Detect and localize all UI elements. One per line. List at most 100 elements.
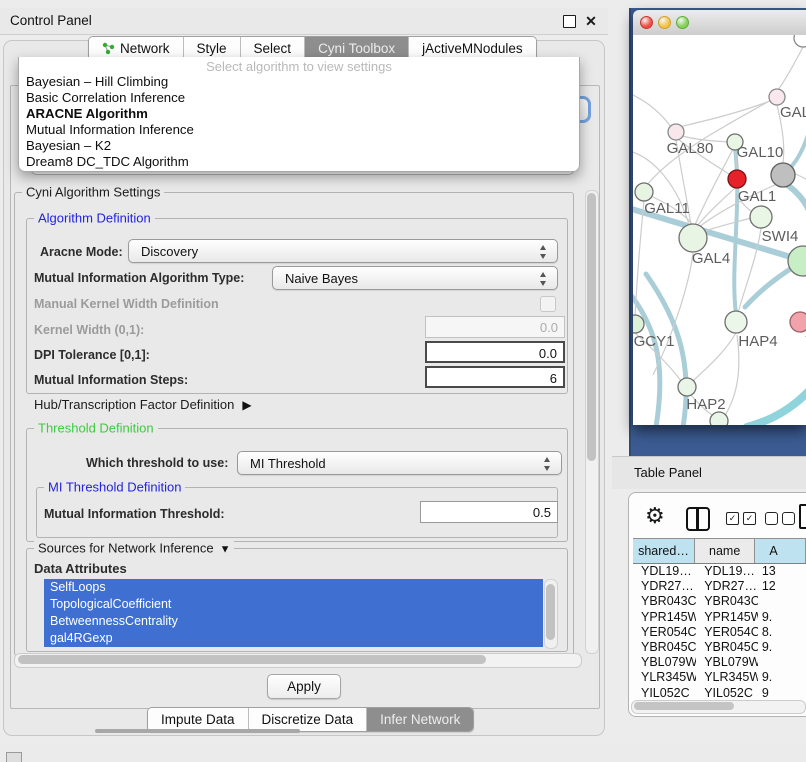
list-scrollbar-thumb[interactable] <box>546 584 555 640</box>
tab-label: jActiveMNodules <box>422 41 523 56</box>
tab-label: Impute Data <box>161 712 235 727</box>
column-header[interactable]: shared… <box>633 539 695 563</box>
table-cell: YBR045C <box>633 640 696 655</box>
algorithm-option[interactable]: ARACNE Algorithm <box>19 106 579 122</box>
table-hscrollbar-thumb[interactable] <box>634 702 734 710</box>
table-row[interactable]: YPR145WYPR145W9. <box>633 610 806 625</box>
table-cell: YDR27… <box>696 579 758 594</box>
document-icon[interactable] <box>799 504 806 529</box>
node-gcy1[interactable] <box>633 315 644 333</box>
sources-title-text: Sources for Network Inference <box>38 541 214 556</box>
table-row[interactable]: YBL079WYBL079W <box>633 655 806 670</box>
close-light-icon[interactable] <box>640 16 653 29</box>
node-gal11[interactable] <box>635 183 653 201</box>
node-hap2[interactable] <box>678 378 696 396</box>
which-threshold-combo[interactable]: MI Threshold <box>237 451 562 475</box>
panel-bottom-scrollbar-thumb[interactable] <box>95 729 300 733</box>
unchecked-column-icon-2[interactable] <box>782 512 795 525</box>
list-scrollbar[interactable] <box>544 579 558 649</box>
node-bottom[interactable] <box>710 412 728 425</box>
settings-hscrollbar-thumb[interactable] <box>18 655 486 664</box>
table-row[interactable]: YBR043CYBR043C <box>633 594 806 609</box>
kernel-width-label: Kernel Width (0,1): <box>34 323 144 337</box>
mi-threshold-field[interactable]: 0.5 <box>420 501 558 523</box>
mini-panel-icon[interactable] <box>6 752 22 762</box>
data-attribute-item[interactable]: BetweennessCentrality <box>44 613 543 630</box>
group-title: Cyni Algorithm Settings <box>22 185 164 200</box>
node-red[interactable] <box>728 170 746 188</box>
algorithm-option[interactable]: Dream8 DC_TDC Algorithm <box>19 154 579 170</box>
network-edge <box>635 201 644 316</box>
algorithm-option[interactable]: Bayesian – Hill Climbing <box>19 74 579 90</box>
algorithm-option[interactable]: Basic Correlation Inference <box>19 90 579 106</box>
data-attribute-item[interactable]: TopologicalCoefficient <box>44 596 543 613</box>
apply-button[interactable]: Apply <box>267 674 341 699</box>
node-gal4[interactable] <box>679 224 707 252</box>
column-header[interactable]: name <box>695 539 755 563</box>
mi-steps-field[interactable]: 6 <box>425 366 565 388</box>
table-row[interactable]: YDL19…YDL19…13 <box>633 564 806 579</box>
table-cell: YBR043C <box>696 594 758 609</box>
dpi-tolerance-field[interactable]: 0.0 <box>425 341 565 363</box>
network-edge <box>693 333 736 381</box>
node-hap2-label: HAP2 <box>686 396 725 413</box>
zoom-light-icon[interactable] <box>676 16 689 29</box>
node-outline[interactable] <box>794 35 806 47</box>
status-strip <box>0 744 806 762</box>
data-attribute-item[interactable]: gal4RGexp <box>44 630 543 647</box>
node-hap4[interactable] <box>725 311 747 333</box>
network-canvas[interactable]: GALGAL80GAL10GAL1GAL11GAL4SWI4GCY1HAP4YH… <box>633 35 806 425</box>
table-row[interactable]: YIL052CYIL052C9 <box>633 686 806 701</box>
table-hscrollbar[interactable] <box>631 700 806 714</box>
table-row[interactable]: YER054CYER054C8. <box>633 625 806 640</box>
table-cell: YLR345W <box>696 670 758 685</box>
network-edge <box>787 125 806 171</box>
dropdown-prompt: Select algorithm to view settings <box>19 57 579 74</box>
gear-icon[interactable]: ⚙ <box>645 503 665 529</box>
data-attribute-item[interactable]: SelfLoops <box>44 579 543 596</box>
hub-definition-toggle[interactable]: Hub/Transcription Factor Definition▶ <box>34 397 252 412</box>
aracne-mode-combo[interactable]: Discovery <box>128 239 558 263</box>
checked-column-icon-2[interactable]: ✓ <box>743 512 756 525</box>
sources-group-title[interactable]: Sources for Network Inference▼ <box>34 541 234 556</box>
columns-icon[interactable] <box>686 507 710 531</box>
data-attributes-list[interactable]: SelfLoopsTopologicalCoefficientBetweenne… <box>44 579 543 647</box>
node-gal-label: GAL <box>780 104 806 121</box>
table-panel-title: Table Panel <box>634 456 702 488</box>
checked-column-icon-1[interactable]: ✓ <box>726 512 739 525</box>
network-edge <box>778 47 803 90</box>
tab-discretize-data[interactable]: Discretize Data <box>249 708 368 731</box>
column-header[interactable]: A <box>755 539 806 563</box>
node-gal[interactable] <box>769 89 785 105</box>
settings-hscrollbar[interactable] <box>14 653 582 668</box>
unchecked-column-icon-1[interactable] <box>765 512 778 525</box>
algorithm-option[interactable]: Mutual Information Inference <box>19 122 579 138</box>
node-gal10-label: GAL10 <box>737 144 784 161</box>
minimize-light-icon[interactable] <box>658 16 671 29</box>
table-cell: 9. <box>758 610 806 625</box>
node-y[interactable] <box>790 312 806 332</box>
mi-type-combo[interactable]: Naive Bayes <box>272 266 558 290</box>
float-window-icon[interactable] <box>563 15 576 28</box>
table-cell: YER054C <box>696 625 758 640</box>
node-swi4-label: SWI4 <box>762 228 799 245</box>
settings-vscrollbar-thumb[interactable] <box>587 193 596 461</box>
manual-kernel-checkbox[interactable] <box>540 296 556 312</box>
node-gal1[interactable] <box>750 206 772 228</box>
mi-type-label: Mutual Information Algorithm Type: <box>34 271 244 285</box>
table-row[interactable]: YLR345WYLR345W9. <box>633 670 806 685</box>
algorithm-option[interactable]: Bayesian – K2 <box>19 138 579 154</box>
close-icon[interactable]: ✕ <box>583 10 599 32</box>
kernel-width-field[interactable]: 0.0 <box>425 316 565 338</box>
tab-label: Cyni Toolbox <box>318 41 395 56</box>
table-row[interactable]: YBR045CYBR045C9. <box>633 640 806 655</box>
tab-impute-data[interactable]: Impute Data <box>148 708 249 731</box>
table-cell: 12 <box>758 579 806 594</box>
tab-infer-network[interactable]: Infer Network <box>367 708 473 731</box>
node-gray[interactable] <box>771 163 795 187</box>
tab-label: Discretize Data <box>262 712 354 727</box>
node-gal80[interactable] <box>668 124 684 140</box>
which-threshold-label: Which threshold to use: <box>86 456 228 470</box>
table-row[interactable]: YDR27…YDR27…12 <box>633 579 806 594</box>
settings-vscrollbar[interactable] <box>585 190 599 654</box>
